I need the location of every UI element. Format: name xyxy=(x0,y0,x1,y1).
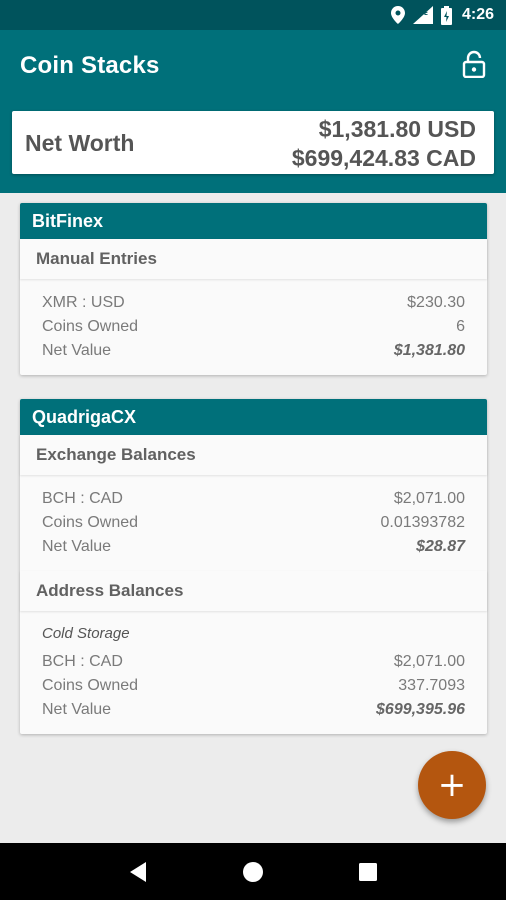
signal-icon: LTE xyxy=(412,6,433,24)
net-worth-label: Net Worth xyxy=(25,130,135,156)
home-button[interactable] xyxy=(238,857,268,887)
back-button[interactable] xyxy=(123,857,153,887)
recents-icon xyxy=(359,862,378,881)
net-worth-cad: $699,424.83 CAD xyxy=(291,145,476,171)
row-label: BCH : CAD xyxy=(42,653,123,670)
status-bar: LTE 4:26 xyxy=(0,0,506,30)
plus-icon: + xyxy=(437,765,467,805)
pair-row: BCH : CAD $2,071.00 xyxy=(42,487,465,511)
net-worth-card: Net Worth $1,381.80 USD $699,424.83 CAD xyxy=(12,111,494,174)
exchange-name: QuadrigaCX xyxy=(20,399,487,435)
row-value: 337.7093 xyxy=(398,677,465,694)
pair-row: BCH : CAD $2,071.00 xyxy=(42,650,465,674)
row-value: $2,071.00 xyxy=(393,653,465,670)
row-label: XMR : USD xyxy=(42,294,125,311)
coins-owned-row: Coins Owned 337.7093 xyxy=(42,674,465,698)
app-bar: Coin Stacks Net Worth $1,381.80 USD $699… xyxy=(0,30,506,193)
row-label: Net Value xyxy=(42,538,112,555)
home-icon xyxy=(242,861,263,882)
exchange-name: BitFinex xyxy=(20,203,487,239)
entry[interactable]: Cold Storage BCH : CAD $2,071.00 Coins O… xyxy=(20,611,487,734)
row-value: $230.30 xyxy=(407,294,465,311)
system-nav-bar xyxy=(0,843,506,900)
row-label: Coins Owned xyxy=(42,514,139,531)
net-value-row: Net Value $1,381.80 xyxy=(42,339,465,363)
net-worth-values: $1,381.80 USD $699,424.83 CAD xyxy=(292,115,476,173)
row-label: BCH : CAD xyxy=(42,490,123,507)
lock-icon xyxy=(462,50,486,79)
row-value: $699,395.96 xyxy=(376,701,465,718)
app-title: Coin Stacks xyxy=(20,52,160,79)
row-value: $1,381.80 xyxy=(393,342,465,359)
row-label: Net Value xyxy=(42,701,112,718)
section-title: Exchange Balances xyxy=(20,435,487,475)
coins-owned-row: Coins Owned 0.01393782 xyxy=(42,511,465,535)
recents-button[interactable] xyxy=(353,857,383,887)
exchange-card-quadrigacx[interactable]: QuadrigaCX Exchange Balances BCH : CAD $… xyxy=(20,399,487,734)
clock: 4:26 xyxy=(461,6,494,23)
back-icon xyxy=(129,861,146,882)
svg-text:LTE: LTE xyxy=(417,10,428,17)
battery-icon xyxy=(440,5,452,25)
row-label: Coins Owned xyxy=(42,318,139,335)
section-title: Manual Entries xyxy=(20,239,487,279)
net-value-row: Net Value $699,395.96 xyxy=(42,698,465,722)
row-label: Net Value xyxy=(42,342,112,359)
add-button[interactable]: + xyxy=(418,751,486,819)
row-value: 0.01393782 xyxy=(380,514,465,531)
coins-owned-row: Coins Owned 6 xyxy=(42,315,465,339)
entry[interactable]: XMR : USD $230.30 Coins Owned 6 Net Valu… xyxy=(20,279,487,375)
row-value: 6 xyxy=(456,318,465,335)
section-title: Address Balances xyxy=(20,571,487,611)
row-value: $28.87 xyxy=(416,538,465,555)
net-value-row: Net Value $28.87 xyxy=(42,535,465,559)
row-label: Coins Owned xyxy=(42,677,139,694)
entry[interactable]: BCH : CAD $2,071.00 Coins Owned 0.013937… xyxy=(20,475,487,571)
location-icon xyxy=(390,6,405,24)
net-worth-usd: $1,381.80 USD xyxy=(318,116,476,142)
exchange-card-bitfinex[interactable]: BitFinex Manual Entries XMR : USD $230.3… xyxy=(20,203,487,375)
lock-button[interactable] xyxy=(462,50,490,80)
pair-row: XMR : USD $230.30 xyxy=(42,291,465,315)
row-value: $2,071.00 xyxy=(393,490,465,507)
entry-note: Cold Storage xyxy=(42,625,130,642)
